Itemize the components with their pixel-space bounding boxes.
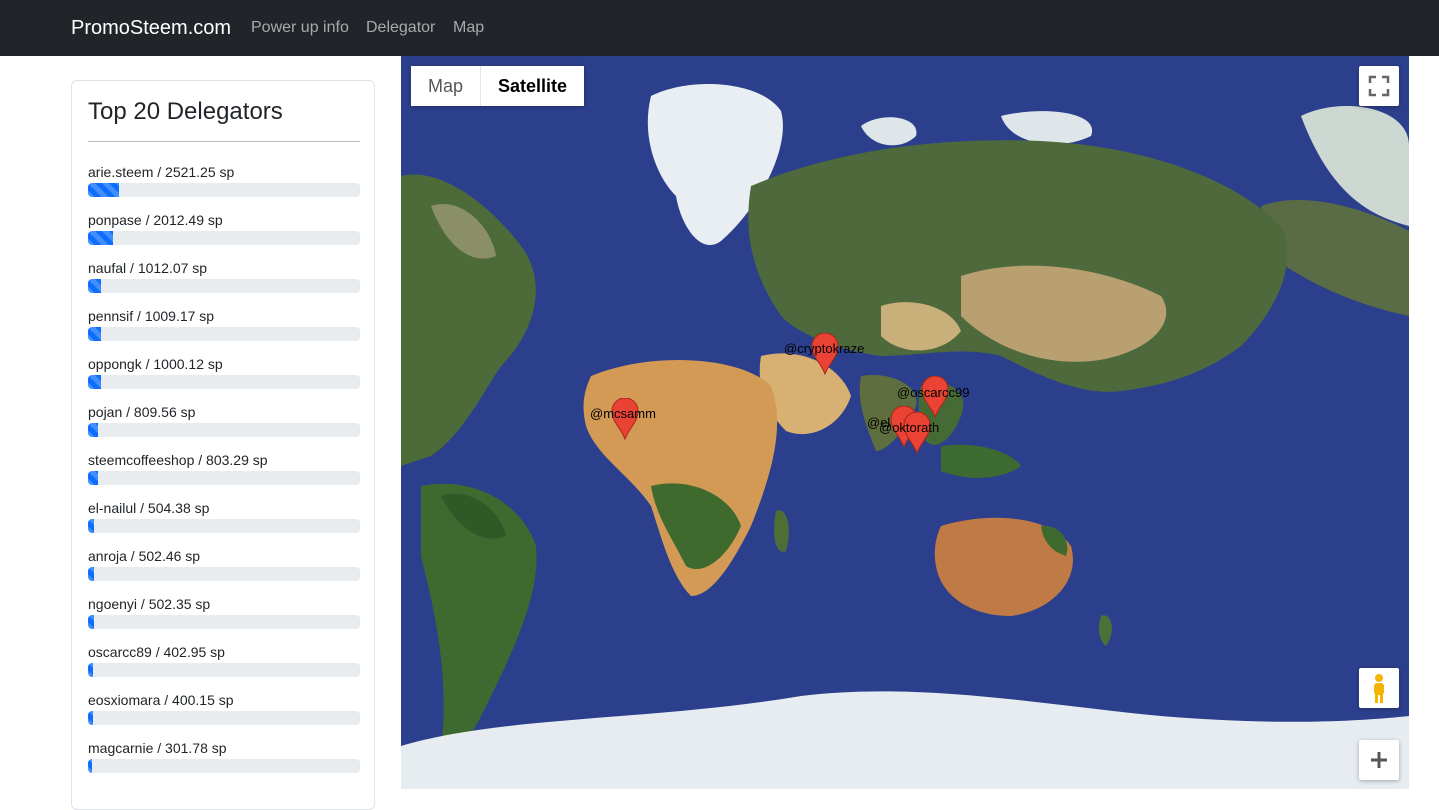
- delegator-label: oscarcc89 / 402.95 sp: [88, 644, 225, 660]
- progress-bar: [88, 567, 95, 581]
- map-type-satellite-button[interactable]: Satellite: [480, 66, 585, 106]
- progress-track: [88, 423, 360, 437]
- progress-bar: [88, 183, 119, 197]
- nav-link-map[interactable]: Map: [453, 18, 484, 38]
- delegator-label: magcarnie / 301.78 sp: [88, 740, 227, 756]
- world-map[interactable]: Map Satellite @cryptokraze @oscarcc99 @m…: [401, 56, 1409, 789]
- progress-bar: [88, 471, 99, 485]
- delegator-label: anroja / 502.46 sp: [88, 548, 201, 564]
- delegator-item: ngoenyi / 502.35 sp: [88, 595, 360, 643]
- pegman-icon: [1374, 674, 1384, 703]
- progress-track: [88, 327, 360, 341]
- progress-bar: [88, 423, 99, 437]
- progress-bar: [88, 231, 114, 245]
- marker-label: @oscarcc99: [897, 385, 970, 400]
- delegator-item: el-nailul / 504.38 sp: [88, 499, 360, 547]
- delegator-label: eosxiomara / 400.15 sp: [88, 692, 234, 708]
- delegator-item: pennsif / 1009.17 sp: [88, 307, 360, 355]
- delegator-label: arie.steem / 2521.25 sp: [88, 164, 235, 180]
- zoom-in-button[interactable]: [1359, 740, 1399, 780]
- delegator-item: ponpase / 2012.49 sp: [88, 211, 360, 259]
- map-type-map-button[interactable]: Map: [411, 66, 481, 106]
- delegator-item: oscarcc89 / 402.95 sp: [88, 643, 360, 691]
- delegator-label: ngoenyi / 502.35 sp: [88, 596, 211, 612]
- delegator-label: el-nailul / 504.38 sp: [88, 500, 210, 516]
- progress-track: [88, 231, 360, 245]
- delegator-label: naufal / 1012.07 sp: [88, 260, 208, 276]
- progress-bar: [88, 375, 101, 389]
- top-delegators-card: Top 20 Delegators arie.steem / 2521.25 s…: [71, 80, 375, 810]
- delegator-label: pennsif / 1009.17 sp: [88, 308, 215, 324]
- progress-track: [88, 279, 360, 293]
- progress-track: [88, 183, 360, 197]
- delegator-label: steemcoffeeshop / 803.29 sp: [88, 452, 268, 468]
- progress-track: [88, 567, 360, 581]
- progress-bar: [88, 711, 93, 725]
- delegator-item: anroja / 502.46 sp: [88, 547, 360, 595]
- progress-bar: [88, 279, 101, 293]
- delegator-label: pojan / 809.56 sp: [88, 404, 196, 420]
- title-divider: [88, 141, 360, 142]
- fullscreen-button[interactable]: [1359, 66, 1399, 106]
- marker-label: @mcsamm: [590, 406, 656, 421]
- progress-bar: [88, 327, 101, 341]
- map-type-control: Map Satellite: [411, 66, 585, 106]
- delegator-item: naufal / 1012.07 sp: [88, 259, 360, 307]
- progress-track: [88, 519, 360, 533]
- progress-track: [88, 663, 360, 677]
- delegator-item: pojan / 809.56 sp: [88, 403, 360, 451]
- top-navbar: PromoSteem.com Power up info Delegator M…: [0, 0, 1439, 56]
- nav-link-delegator[interactable]: Delegator: [366, 18, 435, 38]
- nav-link-power-up-info[interactable]: Power up info: [251, 18, 349, 38]
- delegator-item: arie.steem / 2521.25 sp: [88, 163, 360, 211]
- street-view-pegman-button[interactable]: [1359, 668, 1399, 708]
- progress-track: [88, 471, 360, 485]
- delegator-item: eosxiomara / 400.15 sp: [88, 691, 360, 739]
- delegator-label: oppongk / 1000.12 sp: [88, 356, 223, 372]
- delegator-item: oppongk / 1000.12 sp: [88, 355, 360, 403]
- progress-bar: [88, 759, 92, 773]
- delegator-label: ponpase / 2012.49 sp: [88, 212, 223, 228]
- plus-icon: [1371, 752, 1387, 768]
- delegator-item: steemcoffeeshop / 803.29 sp: [88, 451, 360, 499]
- delegator-item: magcarnie / 301.78 sp: [88, 739, 360, 787]
- brand-link[interactable]: PromoSteem.com: [71, 16, 231, 40]
- marker-label: @oktorath: [879, 420, 940, 435]
- progress-track: [88, 711, 360, 725]
- progress-bar: [88, 519, 95, 533]
- progress-bar: [88, 615, 95, 629]
- progress-track: [88, 375, 360, 389]
- progress-track: [88, 615, 360, 629]
- delegator-list: arie.steem / 2521.25 sp ponpase / 2012.4…: [88, 163, 360, 787]
- progress-track: [88, 759, 360, 773]
- fullscreen-icon: [1368, 75, 1390, 97]
- marker-label: @cryptokraze: [784, 341, 865, 356]
- progress-bar: [88, 663, 93, 677]
- card-title: Top 20 Delegators: [88, 98, 283, 125]
